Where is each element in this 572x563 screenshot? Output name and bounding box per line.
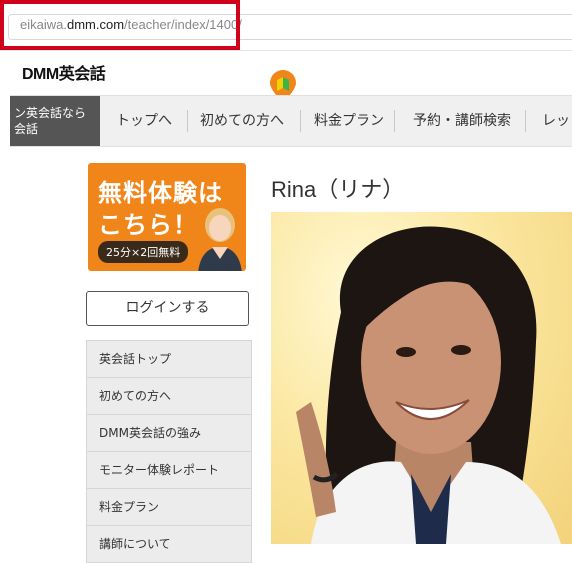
teacher-name: Rina（リナ） — [271, 177, 405, 202]
nav-separator — [187, 110, 188, 132]
nav-item-pricing[interactable]: 料金プラン — [314, 96, 384, 146]
sidebar-item-about-teachers[interactable]: 講師について — [87, 526, 251, 563]
nav-separator — [300, 110, 301, 132]
nav-separator — [394, 110, 395, 132]
nav-item-beginners[interactable]: 初めての方へ — [200, 96, 284, 146]
nav-item-lessons[interactable]: レッ — [542, 96, 570, 146]
global-nav: ン英会話なら 会話 トップへ 初めての方へ 料金プラン 予約・講師検索 レッ — [10, 95, 572, 147]
highlight-box — [0, 0, 240, 50]
teacher-portrait-image — [296, 226, 561, 544]
sidebar-menu: 英会話トップ 初めての方へ DMM英会話の強み モニター体験レポート 料金プラン… — [86, 340, 252, 563]
promo-teacher-illustration — [198, 208, 242, 271]
sidebar-item-eikaiwa-top[interactable]: 英会話トップ — [87, 341, 251, 378]
site-logo[interactable]: DMM英会話 — [22, 60, 106, 84]
sidebar-item-monitor-report[interactable]: モニター体験レポート — [87, 452, 251, 489]
sidebar-item-beginners[interactable]: 初めての方へ — [87, 378, 251, 415]
promo-badge: 25分×2回無料 — [98, 241, 189, 263]
nav-item-reserve-search[interactable]: 予約・講師検索 — [413, 96, 511, 146]
promo-line2: こちら！ — [98, 211, 198, 239]
sidebar-item-pricing[interactable]: 料金プラン — [87, 489, 251, 526]
teacher-photo — [271, 212, 572, 544]
nav-brand-line2: 会話 — [14, 122, 39, 136]
sidebar-item-strengths[interactable]: DMM英会話の強み — [87, 415, 251, 452]
login-button[interactable]: ログインする — [86, 291, 249, 326]
nav-brand[interactable]: ン英会話なら 会話 — [10, 96, 100, 146]
nav-brand-line1: ン英会話なら — [14, 106, 87, 120]
nav-item-top[interactable]: トップへ — [116, 96, 172, 146]
header-divider — [0, 50, 572, 51]
nav-separator — [525, 110, 526, 132]
free-trial-banner[interactable]: 無料体験は こちら！ 25分×2回無料 — [88, 163, 246, 271]
